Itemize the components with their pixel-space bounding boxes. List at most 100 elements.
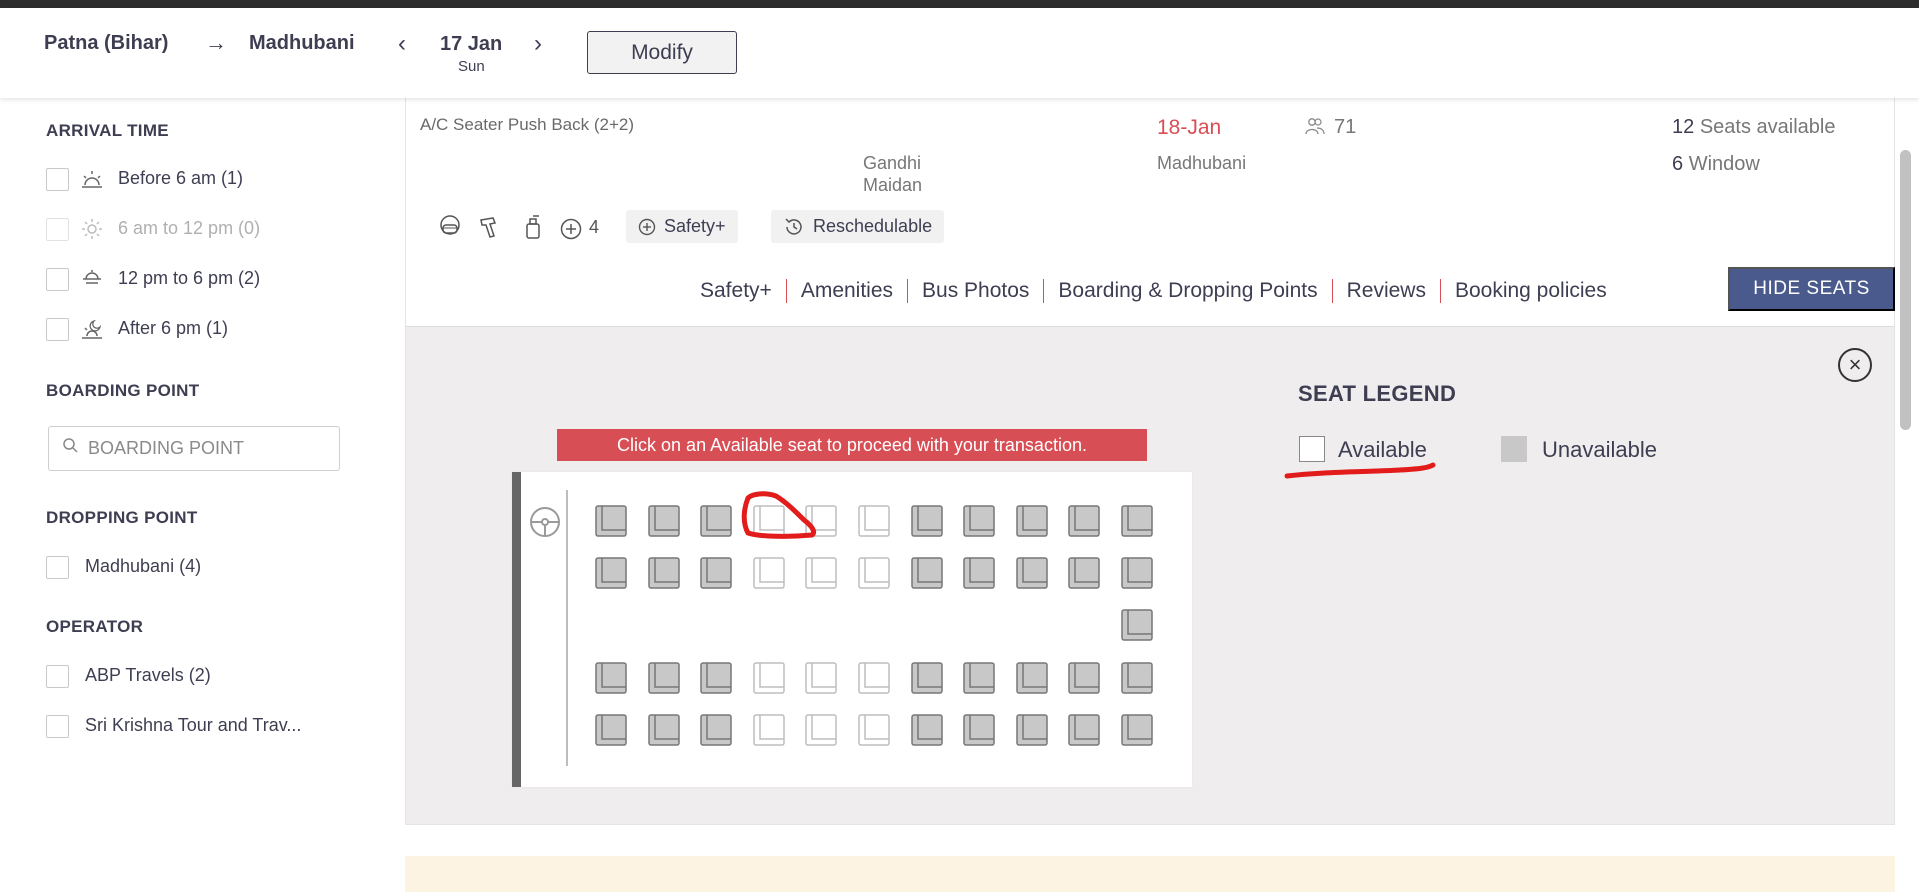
legend-unavailable-label: Unavailable xyxy=(1542,437,1657,462)
seat-unavailable xyxy=(963,505,995,537)
sun-icon xyxy=(82,219,102,239)
dropping-madhubani-label: Madhubani (4) xyxy=(85,556,202,576)
legend-unavailable-swatch xyxy=(1501,436,1527,462)
thermometer-gun-icon xyxy=(480,217,497,238)
seat-available[interactable] xyxy=(857,556,891,590)
browser-top-strip xyxy=(0,0,1919,8)
operator-abp-checkbox[interactable] xyxy=(46,665,69,688)
more-amenities-count[interactable]: 4 xyxy=(589,217,599,238)
sunrise-icon xyxy=(82,171,102,188)
safety-tag[interactable]: Safety+ xyxy=(626,210,738,243)
seat-unavailable xyxy=(1121,714,1153,746)
seat-unavailable xyxy=(1121,557,1153,589)
chevron-left-icon[interactable]: ‹ xyxy=(398,30,406,58)
tab-boarding-dropping[interactable]: Boarding & Dropping Points xyxy=(1043,279,1331,303)
seat-unavailable xyxy=(647,714,680,746)
journey-date[interactable]: 17 Jan xyxy=(440,33,502,56)
operator-abp-label: ABP Travels (2) xyxy=(85,665,211,685)
seat-unavailable xyxy=(647,662,680,694)
search-icon xyxy=(63,438,78,453)
tab-amenities[interactable]: Amenities xyxy=(785,279,907,303)
dropping-madhubani-checkbox[interactable] xyxy=(46,556,69,579)
seat-unavailable xyxy=(700,557,732,589)
sunset-icon xyxy=(82,319,102,339)
seat-unavailable xyxy=(595,557,627,589)
seat-unavailable xyxy=(647,505,680,537)
seat-unavailable xyxy=(700,662,732,694)
operator-srikrishna-checkbox[interactable] xyxy=(46,715,69,738)
dropping-point-name: Madhubani xyxy=(1157,153,1247,173)
seat-unavailable xyxy=(1121,662,1153,694)
seat-unavailable xyxy=(963,557,995,589)
seat-unavailable xyxy=(1016,505,1048,537)
route-destination[interactable]: Madhubani xyxy=(249,32,355,55)
seat-available[interactable] xyxy=(752,661,786,695)
seat-available[interactable] xyxy=(752,504,786,538)
bus-detail-tabs: Safety+ Amenities Bus Photos Boarding & … xyxy=(686,274,1621,308)
arrival-12pm-6pm-label: 12 pm to 6 pm (2) xyxy=(118,268,261,288)
arrival-before-6am-checkbox[interactable] xyxy=(46,168,69,191)
seat-unavailable xyxy=(1068,505,1101,537)
close-icon[interactable]: × xyxy=(1838,348,1872,382)
tab-bus-photos[interactable]: Bus Photos xyxy=(907,279,1043,303)
history-icon xyxy=(785,217,802,235)
tab-safety[interactable]: Safety+ xyxy=(686,279,786,303)
seat-unavailable xyxy=(647,557,680,589)
seat-unavailable xyxy=(963,662,995,694)
journey-day: Sun xyxy=(458,58,485,75)
seat-unavailable xyxy=(910,557,943,589)
seat-unavailable xyxy=(595,505,627,537)
sun-haze-icon xyxy=(83,270,101,284)
seat-available[interactable] xyxy=(857,713,891,747)
seat-available[interactable] xyxy=(857,661,891,695)
chevron-right-icon[interactable]: › xyxy=(534,30,542,58)
operator-srikrishna-label: Sri Krishna Tour and Trav... xyxy=(85,715,302,735)
arrival-date: 18-Jan xyxy=(1157,116,1222,139)
safety-tag-label: Safety+ xyxy=(664,216,726,236)
seat-unavailable xyxy=(1068,557,1101,589)
seat-unavailable xyxy=(700,714,732,746)
scrollbar-thumb[interactable] xyxy=(1900,150,1911,430)
legend-available-swatch xyxy=(1299,436,1325,462)
steering-wheel-icon xyxy=(530,507,560,537)
seat-unavailable xyxy=(1068,714,1101,746)
sanitizer-icon xyxy=(526,215,540,239)
seat-available[interactable] xyxy=(804,713,838,747)
boarding-point-heading: BOARDING POINT xyxy=(46,381,200,400)
hide-seats-button[interactable]: HIDE SEATS xyxy=(1728,267,1895,311)
seat-unavailable xyxy=(1016,714,1048,746)
seat-unavailable xyxy=(1016,662,1048,694)
route-source[interactable]: Patna (Bihar) xyxy=(44,32,168,55)
arrival-6am-12pm-label: 6 am to 12 pm (0) xyxy=(118,218,261,238)
deck-divider xyxy=(566,490,568,766)
arrival-after-6pm-checkbox[interactable] xyxy=(46,318,69,341)
modify-button[interactable]: Modify xyxy=(587,31,737,74)
people-icon xyxy=(1305,118,1325,135)
shield-plus-icon xyxy=(638,218,656,235)
seat-available[interactable] xyxy=(857,504,891,538)
seat-unavailable xyxy=(910,714,943,746)
tab-booking-policies[interactable]: Booking policies xyxy=(1439,279,1621,303)
boarding-point-name: Gandhi xyxy=(863,153,922,173)
plus-circle-icon[interactable] xyxy=(560,218,582,240)
reschedulable-tag-label: Reschedulable xyxy=(813,216,933,236)
seats-available: 12 Seats available xyxy=(1672,116,1836,138)
seat-available[interactable] xyxy=(752,556,786,590)
seat-available[interactable] xyxy=(804,661,838,695)
window-seats: 6 Window xyxy=(1672,153,1760,175)
arrival-time-heading: ARRIVAL TIME xyxy=(46,121,169,140)
seat-available[interactable] xyxy=(752,713,786,747)
arrival-12pm-6pm-checkbox[interactable] xyxy=(46,268,69,291)
mask-icon xyxy=(440,215,460,235)
tab-reviews[interactable]: Reviews xyxy=(1331,279,1440,303)
seat-unavailable xyxy=(595,714,627,746)
bus-type: A/C Seater Push Back (2+2) xyxy=(420,115,635,134)
seat-unavailable xyxy=(910,662,943,694)
seat-available[interactable] xyxy=(804,504,838,538)
route-arrow-icon: → xyxy=(205,30,227,55)
rating-count: 71 xyxy=(1334,116,1357,138)
reschedulable-tag[interactable]: Reschedulable xyxy=(771,210,945,243)
operator-heading: OPERATOR xyxy=(46,617,144,636)
arrival-6am-12pm-checkbox[interactable] xyxy=(46,218,69,241)
seat-available[interactable] xyxy=(804,556,838,590)
